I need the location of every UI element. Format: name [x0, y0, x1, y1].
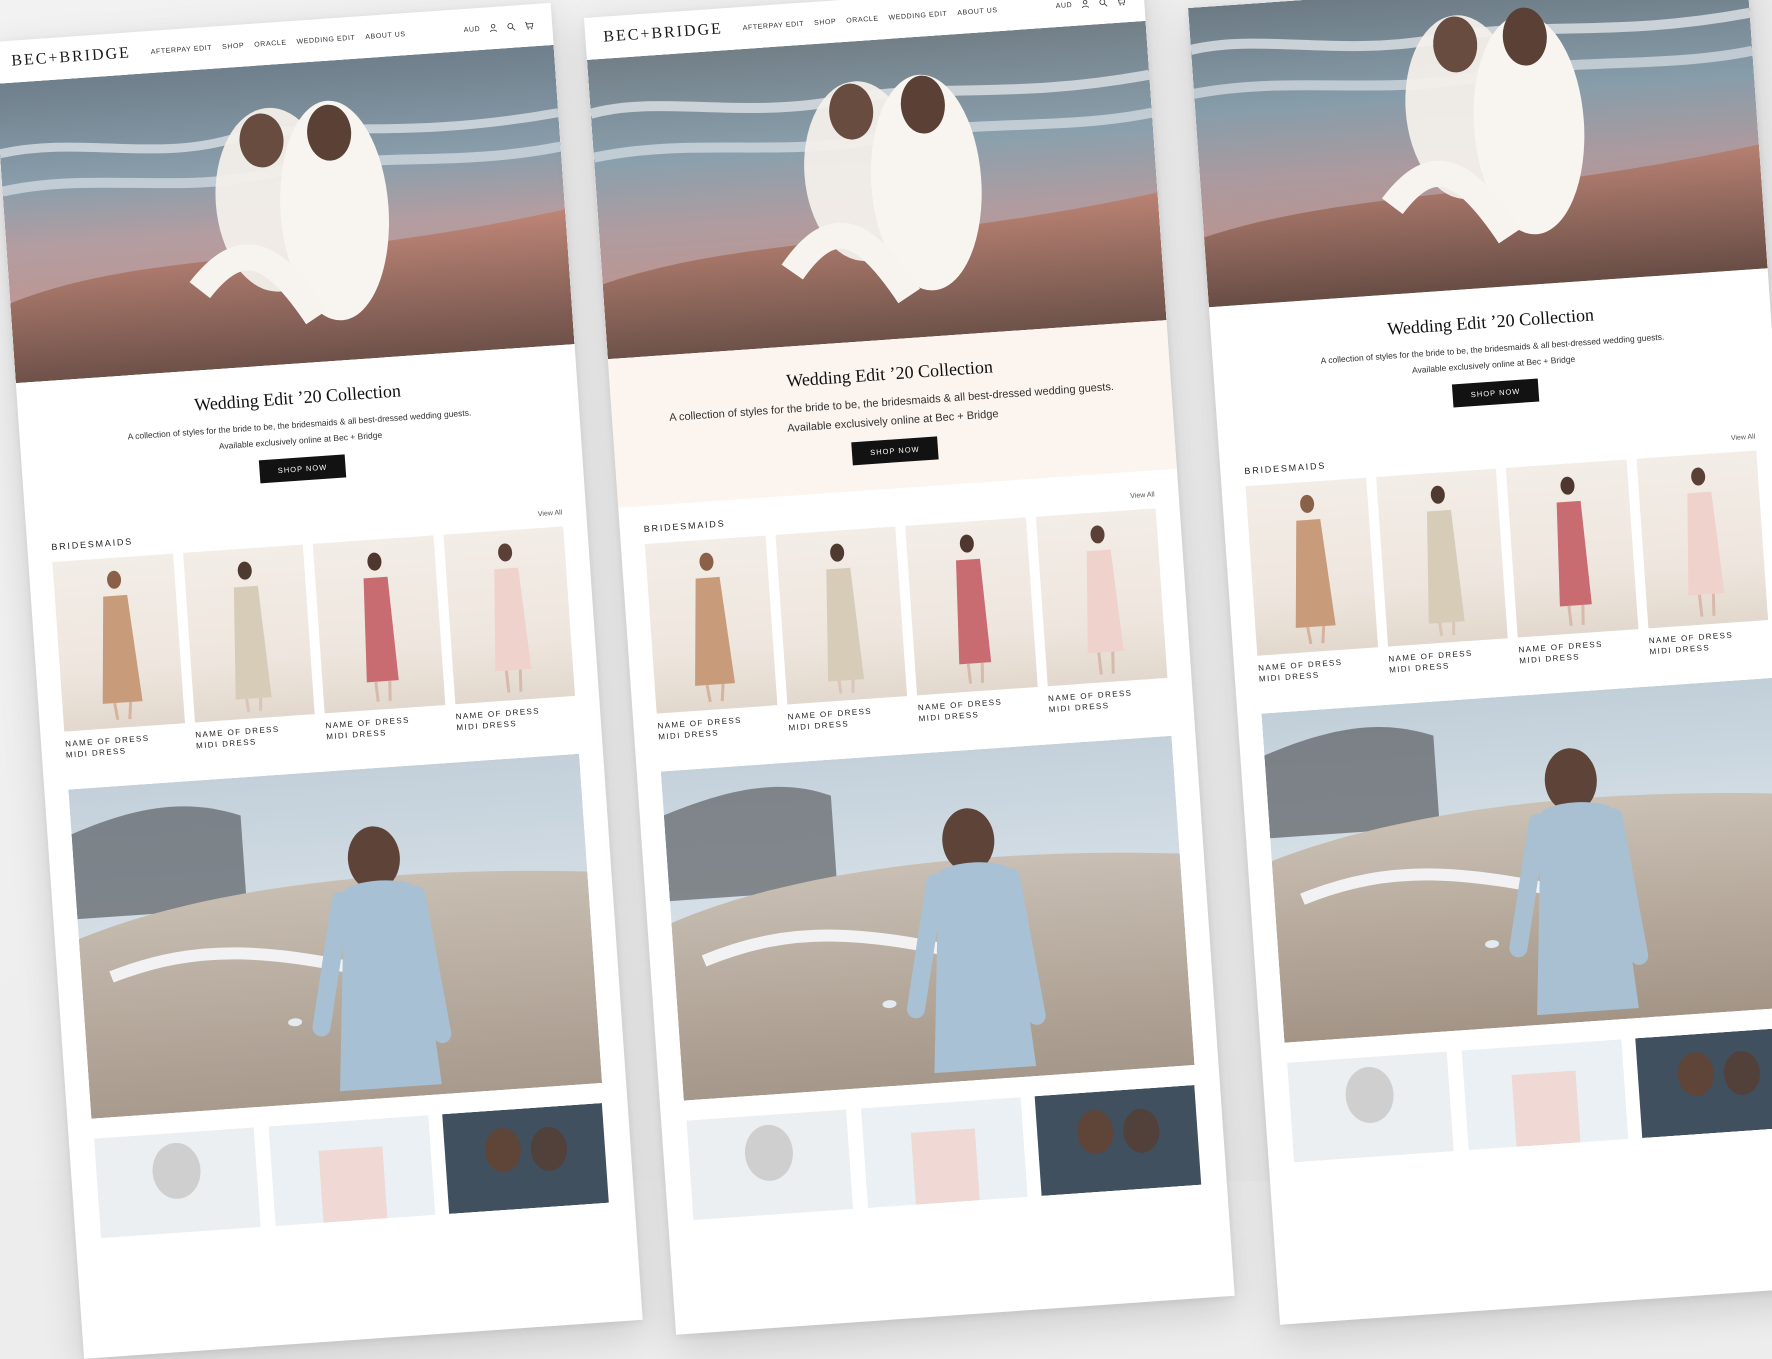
product-card[interactable]: NAME OF DRESS MIDI DRESS — [1636, 450, 1770, 659]
product-image[interactable] — [644, 535, 777, 714]
product-name[interactable]: NAME OF DRESS MIDI DRESS — [195, 722, 317, 752]
view-all-link[interactable]: View All — [1130, 491, 1155, 500]
product-name[interactable]: NAME OF DRESS MIDI DRESS — [455, 704, 577, 734]
product-image[interactable] — [1375, 468, 1508, 647]
gallery-image — [1034, 1084, 1203, 1196]
nav-wedding-edit[interactable]: WEDDING EDIT — [296, 34, 355, 45]
brand-logo[interactable]: BEC+BRIDGE — [603, 20, 724, 46]
hero-image — [1188, 0, 1768, 308]
product-image[interactable] — [312, 535, 445, 714]
feature-image — [1261, 677, 1772, 1043]
product-image[interactable] — [1636, 450, 1769, 629]
product-image[interactable] — [775, 526, 908, 705]
nav-oracle[interactable]: ORACLE — [846, 15, 879, 24]
nav-afterpay-edit[interactable]: AFTERPAY EDIT — [151, 44, 213, 55]
section-title: BRIDESMAIDS — [1244, 460, 1327, 477]
nav-shop[interactable]: SHOP — [222, 42, 245, 51]
bridesmaids-grid: NAME OF DRESS MIDI DRESS NAME OF DRESS MID… — [621, 507, 1194, 745]
product-name[interactable]: NAME OF DRESS MIDI DRESS — [325, 713, 447, 743]
product-name[interactable]: NAME OF DRESS MIDI DRESS — [657, 713, 779, 743]
product-card[interactable]: NAME OF DRESS MIDI DRESS — [905, 517, 1039, 725]
shop-now-button[interactable]: SHOP NOW — [259, 454, 347, 484]
website-mockup-center: BEC+BRIDGE AFTERPAY EDIT SHOP ORACLE WED… — [584, 0, 1235, 1335]
currency-selector[interactable]: AUD — [1055, 1, 1072, 9]
product-name[interactable]: NAME OF DRESS MIDI DRESS — [1048, 686, 1170, 716]
user-icon[interactable] — [1080, 0, 1091, 9]
product-name[interactable]: NAME OF DRESS MIDI DRESS — [1388, 646, 1510, 676]
search-icon[interactable] — [1098, 0, 1109, 8]
shop-now-button[interactable]: SHOP NOW — [851, 436, 939, 466]
product-image[interactable] — [1245, 477, 1378, 656]
bridesmaids-grid: NAME OF DRESS MIDI DRESS NAME OF DRESS MID… — [28, 525, 601, 763]
view-all-link[interactable]: View All — [538, 510, 563, 519]
product-card[interactable]: NAME OF DRESS MIDI DRESS — [52, 553, 187, 762]
website-mockup-left: BEC+BRIDGE AFTERPAY EDIT SHOP ORACLE WED… — [0, 2, 643, 1359]
nav-oracle[interactable]: ORACLE — [254, 39, 287, 48]
gallery-image — [859, 1096, 1028, 1208]
section-title: BRIDESMAIDS — [643, 518, 726, 535]
hero-image — [0, 44, 575, 384]
product-image[interactable] — [1505, 459, 1638, 638]
product-name[interactable]: NAME OF DRESS MIDI DRESS — [1648, 628, 1770, 658]
product-card[interactable]: NAME OF DRESS MIDI DRESS — [1245, 477, 1380, 686]
product-card[interactable]: NAME OF DRESS MIDI DRESS — [1505, 459, 1640, 668]
gallery-image — [1460, 1039, 1629, 1150]
gallery-image — [1286, 1051, 1455, 1163]
section-title: BRIDESMAIDS — [51, 536, 134, 553]
cart-icon[interactable] — [524, 20, 535, 31]
gallery-image — [1634, 1026, 1772, 1138]
product-name[interactable]: NAME OF DRESS MIDI DRESS — [1258, 655, 1380, 685]
gallery-image — [267, 1114, 436, 1226]
product-card[interactable]: NAME OF DRESS MIDI DRESS — [442, 526, 577, 735]
product-image[interactable] — [52, 553, 185, 732]
nav-utility-group: AUD — [463, 20, 534, 35]
user-icon[interactable] — [488, 23, 499, 34]
product-name[interactable]: NAME OF DRESS MIDI DRESS — [787, 704, 909, 734]
cart-icon[interactable] — [1116, 0, 1127, 7]
product-card[interactable]: NAME OF DRESS MIDI DRESS — [775, 526, 909, 735]
product-card[interactable]: NAME OF DRESS MIDI DRESS — [1375, 468, 1510, 677]
nav-about-us[interactable]: ABOUT US — [957, 7, 998, 17]
nav-about-us[interactable]: ABOUT US — [365, 31, 406, 41]
product-name[interactable]: NAME OF DRESS MIDI DRESS — [1518, 637, 1640, 667]
product-card[interactable]: NAME OF DRESS MIDI DRESS — [182, 544, 317, 753]
product-image[interactable] — [1035, 508, 1168, 687]
shop-now-button[interactable]: SHOP NOW — [1452, 378, 1540, 408]
gallery-image — [93, 1127, 262, 1239]
nav-utility-group: AUD — [1055, 0, 1126, 11]
nav-shop[interactable]: SHOP — [814, 18, 837, 27]
website-mockup-right: Wedding Edit ’20 Collection A collection… — [1188, 0, 1772, 1325]
product-image[interactable] — [442, 526, 576, 705]
currency-selector[interactable]: AUD — [463, 25, 480, 33]
feature-image — [660, 735, 1195, 1101]
feature-image — [68, 753, 603, 1119]
product-name[interactable]: NAME OF DRESS MIDI DRESS — [65, 731, 187, 761]
gallery-image — [685, 1109, 854, 1220]
search-icon[interactable] — [506, 21, 517, 32]
product-image[interactable] — [182, 544, 315, 723]
nav-wedding-edit[interactable]: WEDDING EDIT — [888, 10, 947, 21]
bridesmaids-grid: NAME OF DRESS MIDI DRESS NAME OF DRESS MID… — [1222, 449, 1772, 687]
view-all-link[interactable]: View All — [1731, 434, 1756, 443]
product-name[interactable]: NAME OF DRESS MIDI DRESS — [918, 695, 1040, 725]
product-card[interactable]: NAME OF DRESS MIDI DRESS — [1035, 508, 1169, 716]
hero-image — [586, 20, 1167, 360]
gallery-image — [441, 1102, 610, 1214]
brand-logo[interactable]: BEC+BRIDGE — [11, 44, 132, 70]
nav-afterpay-edit[interactable]: AFTERPAY EDIT — [743, 20, 805, 31]
product-card[interactable]: NAME OF DRESS MIDI DRESS — [312, 535, 447, 744]
product-card[interactable]: NAME OF DRESS MIDI DRESS — [644, 535, 779, 744]
product-image[interactable] — [905, 517, 1038, 696]
